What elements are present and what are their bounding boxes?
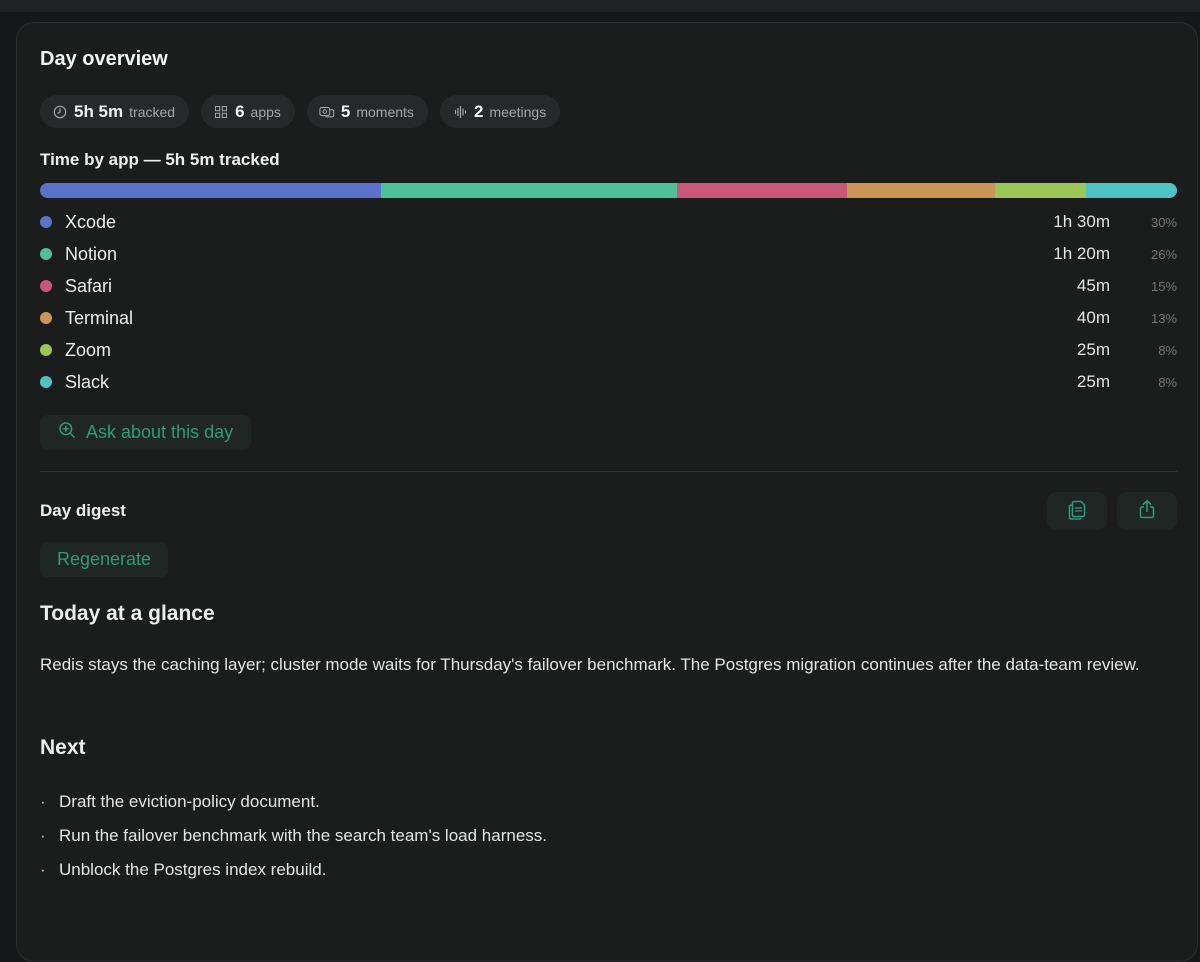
meetings-pill: 2 meetings <box>439 95 561 128</box>
bar-segment-terminal <box>847 183 996 198</box>
app-percent: 13% <box>1150 310 1177 326</box>
app-list: Xcode 1h 30m 30% Notion 1h 20m 26% Safar… <box>40 206 1177 398</box>
glance-paragraph: Redis stays the caching layer; cluster m… <box>40 655 1140 674</box>
bar-segment-xcode <box>40 183 382 198</box>
app-name: Notion <box>65 243 118 264</box>
clock-icon <box>52 104 68 120</box>
top-bar <box>0 0 1200 12</box>
section-divider <box>40 471 1177 472</box>
app-percent: 8% <box>1158 342 1177 358</box>
meetings-value: 2 <box>473 101 484 121</box>
regenerate-button[interactable]: Regenerate <box>40 542 169 577</box>
list-item: · Unblock the Postgres index rebuild. <box>40 853 547 887</box>
tracked-pill: 5h 5m tracked <box>40 95 190 128</box>
app-row-zoom: Zoom 25m 8% <box>40 334 1177 366</box>
apps-pill: 6 apps <box>201 95 295 128</box>
color-dot <box>40 376 52 388</box>
app-name: Slack <box>65 371 110 392</box>
apps-label: apps <box>250 103 281 120</box>
audio-wave-icon <box>452 104 468 120</box>
tracked-label: tracked <box>129 103 176 120</box>
copy-icon <box>1067 498 1087 525</box>
color-dot <box>40 280 52 292</box>
bar-segment-zoom <box>995 183 1086 198</box>
page-title: Day overview <box>40 48 168 70</box>
list-item: · Run the failover benchmark with the sea… <box>40 819 547 853</box>
app-name: Xcode <box>65 211 117 232</box>
glance-heading: Today at a glance <box>40 602 215 625</box>
app-time: 25m <box>1076 372 1110 391</box>
grid-icon <box>213 104 229 120</box>
app-name: Terminal <box>65 307 134 328</box>
app-row-xcode: Xcode 1h 30m 30% <box>40 206 1177 238</box>
color-dot <box>40 248 52 260</box>
bullet: · <box>40 792 46 811</box>
app-time: 1h 20m <box>1053 244 1110 263</box>
copy-button[interactable] <box>1047 492 1107 530</box>
list-item: · Draft the eviction-policy document. <box>40 785 547 819</box>
color-dot <box>40 344 52 356</box>
day-digest-title: Day digest <box>40 501 126 520</box>
day-overview-card: Day overview 5h 5m tracked 6 apps 5 mome… <box>16 22 1198 962</box>
bar-segment-safari <box>676 183 848 198</box>
ask-about-day-label: Ask about this day <box>86 422 234 442</box>
app-time: 45m <box>1076 276 1110 295</box>
app-row-safari: Safari 45m 15% <box>40 270 1177 302</box>
share-button[interactable] <box>1117 492 1177 530</box>
app-row-slack: Slack 25m 8% <box>40 366 1177 398</box>
apps-value: 6 <box>235 101 245 121</box>
app-percent: 8% <box>1158 374 1177 390</box>
moments-value: 5 <box>340 101 351 121</box>
app-time: 40m <box>1076 308 1110 327</box>
app-time: 25m <box>1076 340 1110 359</box>
app-name: Safari <box>65 275 113 296</box>
time-by-app-title: Time by app — 5h 5m tracked <box>40 150 280 169</box>
color-dot <box>40 312 52 324</box>
app-name: Zoom <box>65 339 112 360</box>
tracked-value: 5h 5m <box>74 101 124 121</box>
moments-label: moments <box>356 103 414 120</box>
app-usage-bar <box>40 183 1177 198</box>
app-percent: 15% <box>1150 278 1177 294</box>
app-row-terminal: Terminal 40m 13% <box>40 302 1177 334</box>
app-time: 1h 30m <box>1053 212 1110 231</box>
list-item-text: Draft the eviction-policy document. <box>59 792 320 811</box>
meetings-label: meetings <box>489 103 547 120</box>
next-steps-list: · Draft the eviction-policy document. · Ru… <box>40 785 547 887</box>
bar-segment-notion <box>381 183 677 198</box>
bar-segment-slack <box>1086 183 1177 198</box>
list-item-text: Run the failover benchmark with the sear… <box>59 826 547 845</box>
moments-icon <box>319 104 335 120</box>
moments-pill: 5 moments <box>306 95 428 128</box>
bullet: · <box>40 826 46 845</box>
share-icon <box>1138 499 1156 524</box>
app-percent: 30% <box>1150 214 1177 230</box>
app-percent: 26% <box>1150 246 1177 262</box>
ask-about-day-button[interactable]: Ask about this day <box>40 415 252 450</box>
color-dot <box>40 216 52 228</box>
bullet: · <box>40 860 46 879</box>
stats-pills: 5h 5m tracked 6 apps 5 moments 2 meeting… <box>40 95 561 128</box>
list-item-text: Unblock the Postgres index rebuild. <box>59 860 327 879</box>
zoom-in-icon <box>58 421 76 444</box>
app-row-notion: Notion 1h 20m 26% <box>40 238 1177 270</box>
next-heading: Next <box>40 736 86 759</box>
